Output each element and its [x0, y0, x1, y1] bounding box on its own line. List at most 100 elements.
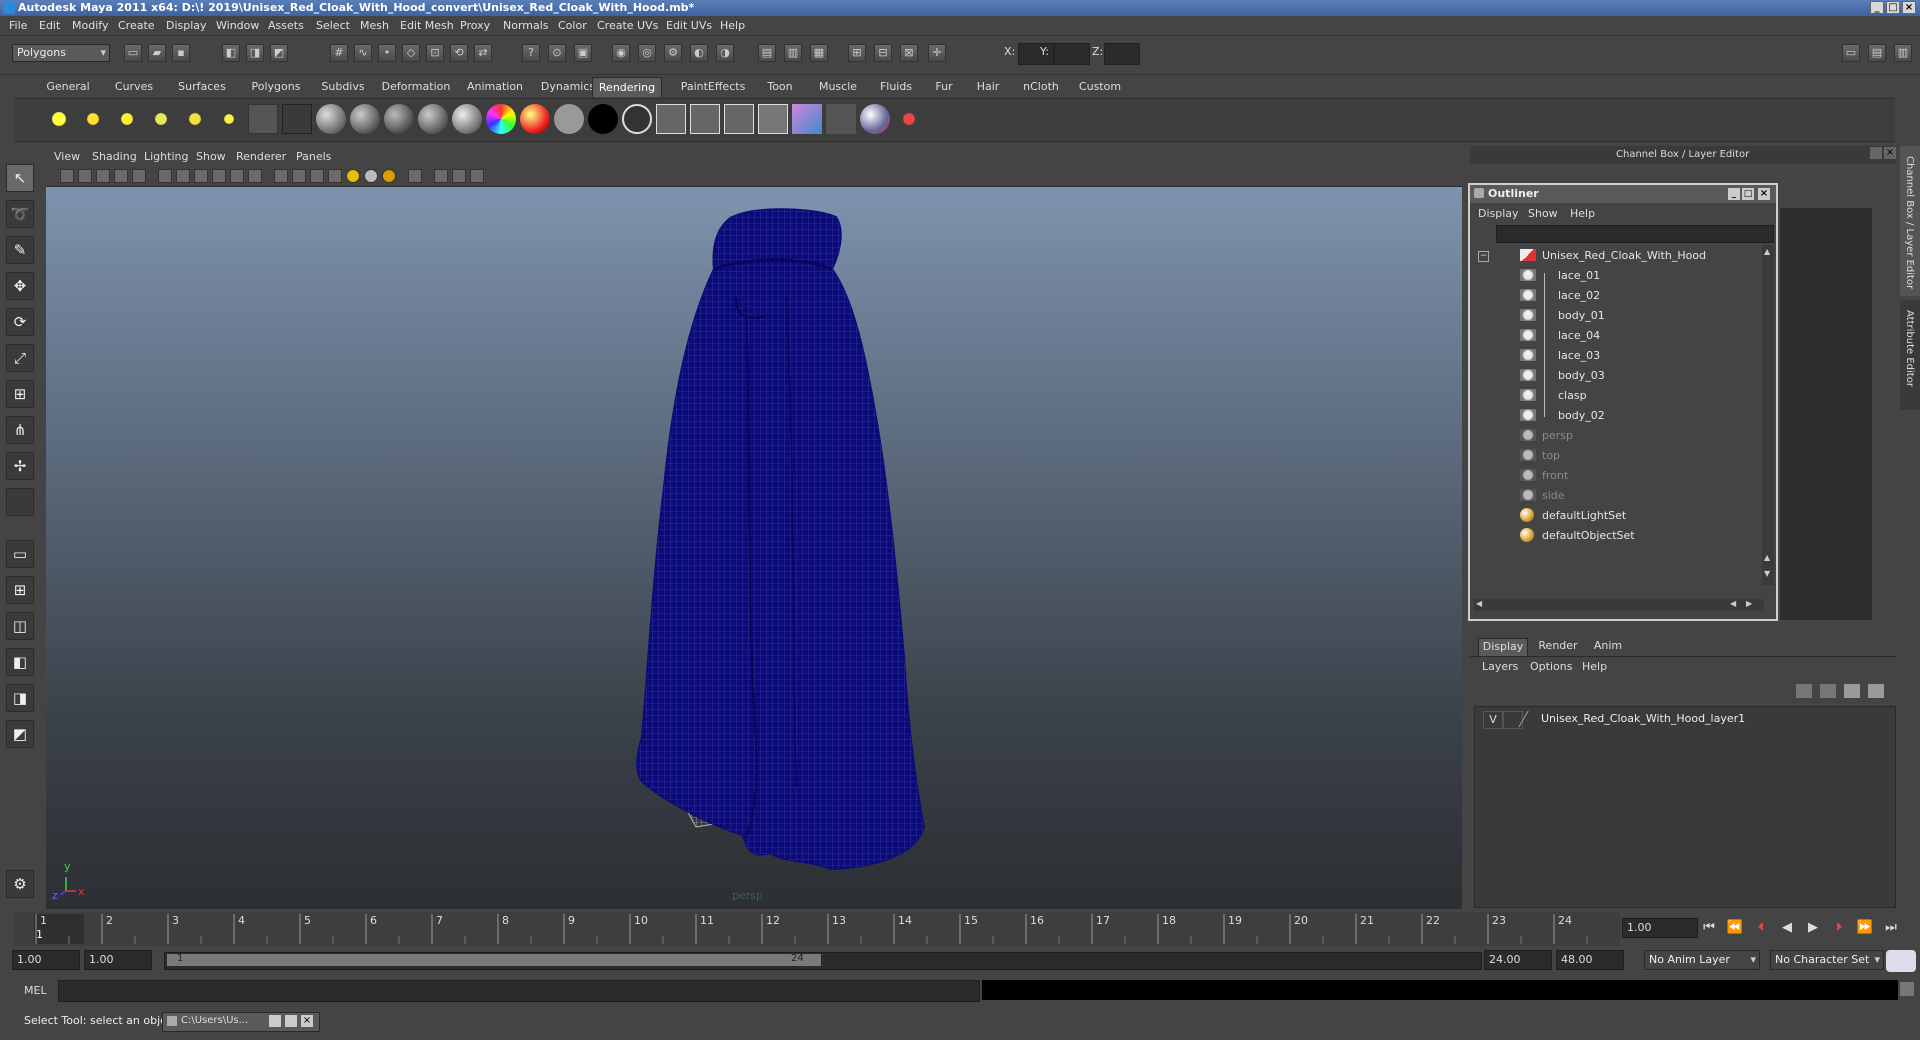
wireframe-on-shaded-icon[interactable]	[310, 169, 324, 183]
layer-tab-render[interactable]: Render	[1534, 638, 1582, 655]
shelf-tab-rendering[interactable]: Rendering	[592, 77, 662, 97]
panels-menu[interactable]: Panels	[296, 150, 331, 163]
outliner-horizontal-scrollbar[interactable]: ◀ ◀ ▶	[1474, 599, 1764, 611]
phong-shader-icon[interactable]	[350, 104, 380, 134]
open-scene-icon[interactable]: ▰	[148, 44, 166, 62]
play-forwards-icon[interactable]: ▶	[1804, 920, 1822, 936]
shelf-tab-painteffects[interactable]: PaintEffects	[674, 77, 752, 96]
shelf-tab-animation[interactable]: Animation	[460, 77, 530, 96]
lighting-menu[interactable]: Lighting	[144, 150, 188, 163]
menu-create[interactable]: Create	[118, 19, 155, 32]
shelf-tab-fluids[interactable]: Fluids	[870, 77, 922, 96]
layer-visibility-toggle[interactable]: V	[1483, 711, 1503, 729]
texture-toggle-icon[interactable]	[452, 169, 466, 183]
menu-edit-mesh[interactable]: Edit Mesh	[400, 19, 454, 32]
outliner-row-body-02[interactable]: body_02	[1478, 405, 1758, 425]
spot-light-icon[interactable]	[146, 104, 176, 134]
single-view-layout-icon[interactable]: ▭	[6, 540, 34, 568]
outliner-row-lace-03[interactable]: lace_03	[1478, 345, 1758, 365]
shelf-tab-custom[interactable]: Custom	[1070, 77, 1130, 96]
character-set-dropdown[interactable]: No Character Set	[1770, 950, 1884, 970]
move-tool-icon[interactable]: ✥	[6, 272, 34, 300]
new-layer-selected-icon[interactable]	[1868, 684, 1884, 698]
outliner-row-front[interactable]: front	[1478, 465, 1758, 485]
y-field[interactable]	[1054, 43, 1090, 65]
layered-shader-icon[interactable]	[486, 104, 516, 134]
close-panel-icon[interactable]: ×	[1884, 147, 1896, 159]
surface-shader-icon[interactable]	[554, 104, 584, 134]
script-editor-icon[interactable]	[1900, 982, 1914, 996]
menu-assets[interactable]: Assets	[268, 19, 304, 32]
new-layer-icon[interactable]	[1844, 684, 1860, 698]
select-tool-icon[interactable]: ↖	[6, 164, 34, 192]
show-tool-settings-icon[interactable]: ▥	[1894, 44, 1912, 62]
menu-normals[interactable]: Normals	[503, 19, 549, 32]
four-view-layout-icon[interactable]: ⊞	[6, 576, 34, 604]
help-query-icon[interactable]: ?	[522, 44, 540, 62]
render-settings-icon[interactable]: ⚙	[664, 44, 682, 62]
soft-mod-icon[interactable]: ⋔	[6, 416, 34, 444]
default-lighting-icon[interactable]	[346, 169, 360, 183]
shading-map-icon[interactable]	[622, 104, 652, 134]
outliner-row-default-light-set[interactable]: defaultLightSet	[1478, 505, 1758, 525]
toolbox-toggle-icon[interactable]: ▥	[784, 44, 802, 62]
select-component-icon[interactable]: ◩	[270, 44, 288, 62]
view-menu[interactable]: View	[54, 150, 80, 163]
select-hierarchy-icon[interactable]: ◧	[222, 44, 240, 62]
maximize-button[interactable]: □	[1886, 1, 1900, 14]
blinn-shader-icon[interactable]	[418, 104, 448, 134]
use-background-icon[interactable]	[588, 104, 618, 134]
menu-proxy[interactable]: Proxy	[460, 19, 490, 32]
show-manip-icon[interactable]: ✢	[6, 452, 34, 480]
play-backwards-icon[interactable]: ◀	[1778, 920, 1796, 936]
scroll-left-arrow-2[interactable]: ◀	[1730, 599, 1736, 608]
layer-menu-options[interactable]: Options	[1530, 660, 1572, 673]
render-layer-icon[interactable]	[248, 104, 278, 134]
make-live-icon[interactable]: ⊡	[426, 44, 444, 62]
z-field[interactable]	[1104, 43, 1140, 65]
animation-start-field[interactable]: 1.00	[12, 950, 80, 970]
show-menu[interactable]: Show	[196, 150, 226, 163]
all-lights-icon[interactable]	[364, 169, 378, 183]
scale-tool-icon[interactable]: ⤢	[6, 344, 34, 372]
render-region-icon[interactable]	[826, 104, 856, 134]
wireframe-icon[interactable]	[274, 169, 288, 183]
side-tab-attribute-editor[interactable]: Attribute Editor	[1900, 300, 1920, 410]
shelf-tab-ncloth[interactable]: nCloth	[1014, 77, 1068, 96]
material-viewer-icon[interactable]	[860, 104, 890, 134]
playback-start-field[interactable]: 1.00	[84, 950, 152, 970]
side-tab-channel-box[interactable]: Channel Box / Layer Editor	[1900, 146, 1920, 296]
shelf-tab-general[interactable]: General	[38, 77, 98, 96]
outliner-row-root[interactable]: Unisex_Red_Cloak_With_Hood	[1478, 245, 1758, 265]
shelf-tab-hair[interactable]: Hair	[968, 77, 1008, 96]
current-time-field[interactable]: 1.00	[1622, 918, 1698, 938]
minimized-close-button[interactable]: ×	[301, 1015, 313, 1027]
outliner-filter-input[interactable]	[1496, 225, 1774, 243]
move-layer-down-icon[interactable]	[1820, 684, 1836, 698]
animation-end-field[interactable]: 48.00	[1556, 950, 1624, 970]
transform-field-icon[interactable]: ✛	[928, 44, 946, 62]
texture-grid-icon[interactable]	[690, 104, 720, 134]
layer-row[interactable]: V Unisex_Red_Cloak_With_Hood_layer1	[1475, 709, 1893, 729]
minimized-window-tab[interactable]: C:\Users\Us... ×	[162, 1012, 320, 1032]
outliner-menu-help[interactable]: Help	[1570, 207, 1595, 220]
move-layer-up-icon[interactable]	[1796, 684, 1812, 698]
perspective-viewport[interactable]: y x z persp	[46, 187, 1462, 909]
mel-label[interactable]: MEL	[24, 984, 47, 997]
layer-menu-help[interactable]: Help	[1582, 660, 1607, 673]
outliner-row-lace-04[interactable]: lace_04	[1478, 325, 1758, 345]
history-icon[interactable]: ⟲	[450, 44, 468, 62]
volume-light-icon[interactable]	[214, 104, 244, 134]
resolution-gate-icon[interactable]	[176, 169, 190, 183]
shelf-tab-deformation[interactable]: Deformation	[376, 77, 456, 96]
scroll-down-arrow[interactable]: ▼	[1764, 569, 1770, 578]
safe-title-icon[interactable]	[248, 169, 262, 183]
lasso-tool-icon[interactable]: ➰	[6, 200, 34, 228]
key-icon[interactable]	[1886, 950, 1916, 972]
rotate-tool-icon[interactable]: ⟳	[6, 308, 34, 336]
shelf-tab-curves[interactable]: Curves	[108, 77, 160, 96]
area-light-icon[interactable]	[180, 104, 210, 134]
layer-tab-anim[interactable]: Anim	[1588, 638, 1628, 655]
scroll-up-arrow[interactable]: ▲	[1764, 247, 1770, 256]
render-view-icon[interactable]	[282, 104, 312, 134]
